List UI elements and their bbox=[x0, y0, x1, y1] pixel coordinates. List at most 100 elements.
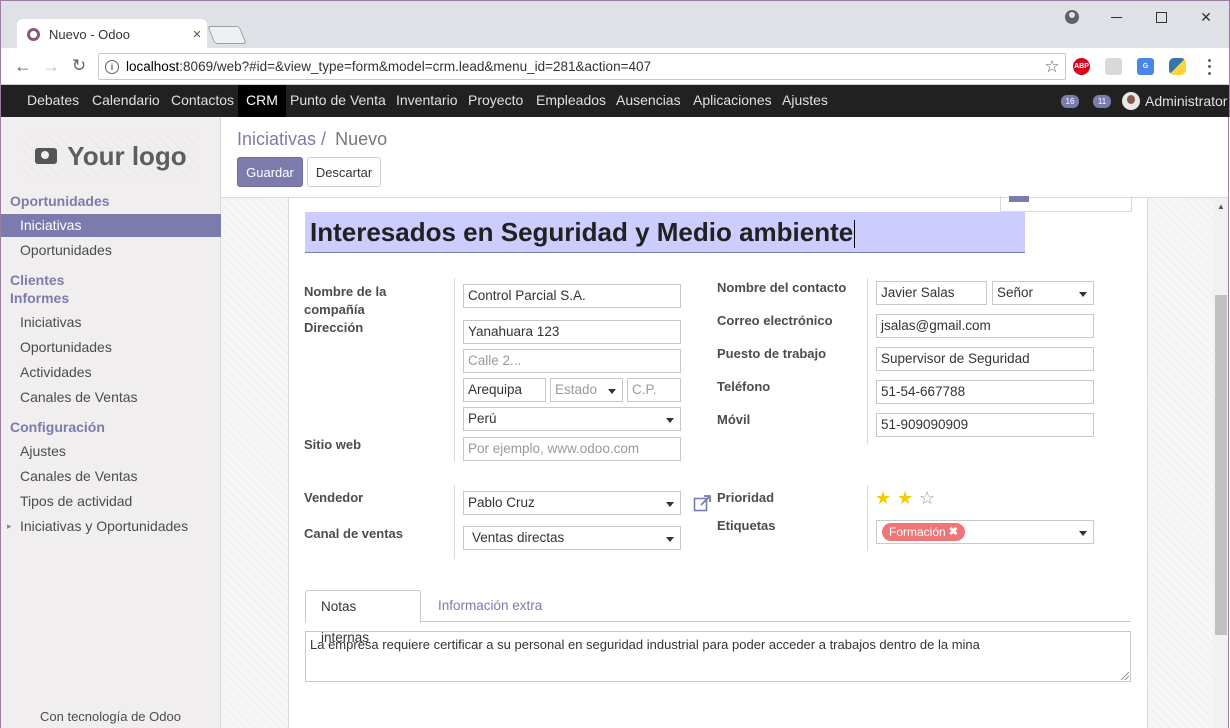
email-field[interactable]: jsalas@gmail.com bbox=[876, 314, 1094, 338]
sidebar-item-canales-de-ventas[interactable]: Canales de Ventas bbox=[20, 389, 138, 405]
lead-name-input[interactable]: Interesados en Seguridad y Medio ambient… bbox=[305, 212, 1025, 253]
breadcrumb-parent[interactable]: Iniciativas bbox=[237, 129, 316, 149]
menu-inventario[interactable]: Inventario bbox=[388, 85, 465, 117]
scroll-up-icon[interactable]: ▲ bbox=[1217, 202, 1225, 211]
sidebar-item-iniciativas-y-oportunidades[interactable]: Iniciativas y Oportunidades bbox=[20, 518, 188, 534]
company-field[interactable]: Control Parcial S.A. bbox=[463, 284, 681, 308]
sidebar-section-clientes[interactable]: Clientes bbox=[10, 272, 64, 288]
adblock-icon[interactable]: ABP bbox=[1073, 58, 1090, 75]
browser-menu-icon[interactable] bbox=[1199, 57, 1219, 77]
close-window-button[interactable]: ✕ bbox=[1191, 5, 1221, 29]
priority-widget[interactable]: ★ ★ ☆ bbox=[875, 488, 941, 509]
website-field[interactable]: Por ejemplo, www.odoo.com bbox=[463, 437, 681, 461]
company-logo[interactable]: Your logo bbox=[23, 133, 199, 179]
scrollbar[interactable]: ▲ bbox=[1213, 198, 1229, 728]
form-sheet: Interesados en Seguridad y Medio ambient… bbox=[288, 196, 1148, 728]
job-field[interactable]: Supervisor de Seguridad bbox=[876, 347, 1094, 371]
menu-ajustes[interactable]: Ajustes bbox=[774, 85, 836, 117]
powered-by[interactable]: Con tecnología de Odoo bbox=[40, 709, 181, 724]
external-link-icon[interactable] bbox=[693, 494, 713, 512]
street2-field[interactable]: Calle 2... bbox=[463, 349, 681, 373]
tag-badge: Formación ✖ bbox=[882, 523, 965, 541]
sidebar-item-informes-iniciativas[interactable]: Iniciativas bbox=[20, 314, 81, 330]
activity-indicator[interactable]: 16 bbox=[1061, 93, 1079, 109]
avatar bbox=[1122, 92, 1140, 110]
breadcrumb: Iniciativas / Nuevo bbox=[237, 129, 387, 150]
scrollbar-thumb[interactable] bbox=[1215, 295, 1227, 635]
forward-arrow-icon[interactable]: → bbox=[39, 54, 63, 78]
sidebar-item-informes-oportunidades[interactable]: Oportunidades bbox=[20, 339, 112, 355]
reload-icon[interactable]: ↻ bbox=[67, 54, 91, 78]
message-count-badge: 11 bbox=[1093, 94, 1111, 108]
account-icon[interactable] bbox=[1057, 5, 1087, 29]
address-bar[interactable]: i localhost:8069/web?#id=&view_type=form… bbox=[98, 53, 1066, 80]
menu-ausencias[interactable]: Ausencias bbox=[608, 85, 689, 117]
state-select[interactable]: Estado bbox=[550, 378, 623, 402]
label-job: Puesto de trabajo bbox=[717, 346, 827, 361]
zip-field[interactable]: C.P. bbox=[627, 378, 681, 402]
breadcrumb-current: Nuevo bbox=[335, 129, 388, 149]
menu-punto-de-venta[interactable]: Punto de Venta bbox=[282, 85, 394, 117]
tab-close-icon[interactable]: × bbox=[187, 26, 207, 43]
sidebar-item-config-canales[interactable]: Canales de Ventas bbox=[20, 468, 138, 484]
mobile-field[interactable]: 51-909090909 bbox=[876, 413, 1094, 437]
internal-notes-field[interactable]: La empresa requiere certificar a su pers… bbox=[305, 631, 1131, 682]
menu-debates[interactable]: Debates bbox=[19, 85, 87, 117]
priority-star-icon[interactable]: ★ bbox=[897, 488, 919, 509]
sidebar-item-tipos-de-actividad[interactable]: Tipos de actividad bbox=[20, 493, 132, 509]
messaging-indicator[interactable]: 11 bbox=[1093, 93, 1111, 109]
main-navbar: Debates Calendario Contactos CRM Punto d… bbox=[0, 85, 1230, 117]
label-salesperson: Vendedor bbox=[304, 490, 364, 505]
phone-field[interactable]: 51-54-667788 bbox=[876, 380, 1094, 404]
save-button[interactable]: Guardar bbox=[237, 157, 303, 187]
info-icon[interactable]: i bbox=[105, 59, 119, 74]
sidebar-section-configuracion[interactable]: Configuración bbox=[10, 419, 105, 435]
city-field[interactable]: Arequipa bbox=[463, 378, 546, 402]
menu-contactos[interactable]: Contactos bbox=[163, 85, 242, 117]
salesperson-select[interactable]: Pablo Cruz bbox=[463, 491, 681, 515]
browser-tab[interactable]: Nuevo - Odoo × bbox=[17, 19, 207, 49]
browser-titlebar: Nuevo - Odoo × ✕ bbox=[0, 0, 1230, 49]
contact-name-field[interactable]: Javier Salas bbox=[876, 281, 987, 305]
minimize-button[interactable] bbox=[1101, 5, 1131, 29]
python-icon[interactable] bbox=[1169, 58, 1186, 75]
tab-title: Nuevo - Odoo bbox=[49, 26, 130, 42]
translate-icon[interactable]: G bbox=[1137, 58, 1154, 75]
label-mobile: Móvil bbox=[717, 412, 751, 427]
tag-remove-icon[interactable]: ✖ bbox=[949, 523, 958, 541]
menu-empleados[interactable]: Empleados bbox=[528, 85, 614, 117]
menu-crm[interactable]: CRM bbox=[238, 85, 286, 117]
new-tab-button[interactable] bbox=[207, 26, 247, 44]
country-select[interactable]: Perú bbox=[463, 407, 681, 431]
channel-select[interactable]: Ventas directas bbox=[463, 526, 681, 550]
form-view: Interesados en Seguridad y Medio ambient… bbox=[221, 196, 1213, 728]
title-select[interactable]: Señor bbox=[992, 281, 1094, 305]
back-arrow-icon[interactable]: ← bbox=[11, 54, 35, 78]
expand-caret-icon[interactable]: ▸ bbox=[7, 521, 12, 532]
menu-aplicaciones[interactable]: Aplicaciones bbox=[685, 85, 780, 117]
sidebar-section-oportunidades[interactable]: Oportunidades bbox=[10, 193, 110, 209]
sidebar-item-oportunidades[interactable]: Oportunidades bbox=[20, 242, 112, 258]
extension-icon[interactable] bbox=[1105, 58, 1122, 75]
label-priority: Prioridad bbox=[717, 490, 775, 505]
priority-star-empty-icon[interactable]: ☆ bbox=[919, 488, 941, 509]
label-contact-name: Nombre del contacto bbox=[717, 280, 847, 295]
tab-informacion-extra[interactable]: Información extra bbox=[423, 590, 557, 623]
sidebar-item-iniciativas[interactable]: Iniciativas bbox=[1, 214, 221, 237]
sidebar-section-informes[interactable]: Informes bbox=[10, 290, 69, 306]
maximize-button[interactable] bbox=[1146, 5, 1176, 29]
sidebar-item-actividades[interactable]: Actividades bbox=[20, 364, 92, 380]
resize-handle[interactable] bbox=[1121, 672, 1129, 680]
street-field[interactable]: Yanahuara 123 bbox=[463, 320, 681, 344]
notebook-tabs: Notas internas Información extra bbox=[305, 590, 1131, 645]
bookmark-star-icon[interactable]: ☆ bbox=[1039, 57, 1065, 77]
discard-button[interactable]: Descartar bbox=[307, 157, 381, 187]
menu-calendario[interactable]: Calendario bbox=[84, 85, 168, 117]
tab-notas-internas[interactable]: Notas internas bbox=[305, 590, 421, 645]
sidebar-item-ajustes[interactable]: Ajustes bbox=[20, 443, 66, 459]
user-menu[interactable]: Administrator bbox=[1122, 92, 1227, 110]
label-tags: Etiquetas bbox=[717, 518, 776, 533]
priority-star-icon[interactable]: ★ bbox=[875, 488, 897, 509]
stat-button[interactable] bbox=[1000, 196, 1132, 212]
menu-proyecto[interactable]: Proyecto bbox=[460, 85, 531, 117]
